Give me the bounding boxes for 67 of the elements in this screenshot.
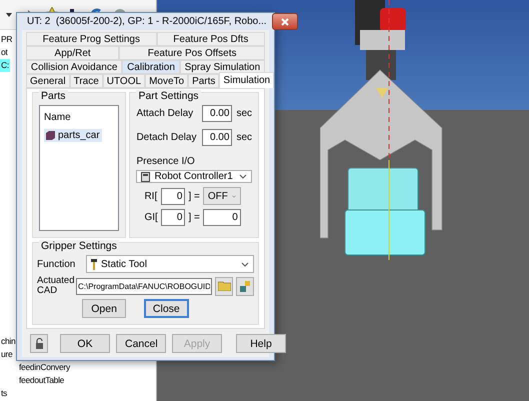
tree-item[interactable]: feedinConvery [18, 361, 71, 374]
tree-item[interactable]: feedoutTable [18, 374, 66, 387]
value-dropdown[interactable]: OFF [202, 187, 241, 205]
action-button[interactable]: Open [82, 299, 126, 318]
part-name: parts_car [58, 130, 100, 141]
tab[interactable]: App/Ret [26, 46, 120, 60]
action-button[interactable]: Close [144, 299, 189, 318]
chevron-down-icon [241, 262, 249, 266]
tree-item[interactable]: ts [0, 387, 8, 400]
close-button[interactable] [272, 13, 298, 30]
browse-button[interactable] [215, 276, 233, 296]
index-field[interactable]: 0 [161, 188, 186, 204]
dropdown-arrow-icon[interactable] [6, 12, 12, 16]
lock-icon [34, 338, 44, 349]
unit-label: sec [236, 132, 252, 143]
lock-button[interactable] [30, 334, 48, 353]
cube-icon [46, 131, 55, 140]
dialog-button[interactable]: Help [236, 334, 286, 353]
tab[interactable]: MoveTo [145, 74, 188, 88]
cad-label: Actuated CAD [37, 276, 73, 296]
tree-item[interactable]: chin [0, 335, 16, 348]
function-label: Function [37, 258, 76, 270]
tab[interactable]: Collision Avoidance [26, 60, 122, 74]
tab[interactable]: Simulation [219, 72, 274, 88]
group-title: Gripper Settings [39, 240, 119, 252]
delay-field[interactable]: 0.00 [202, 105, 232, 122]
tree-item[interactable]: C: [0, 59, 10, 72]
chevron-down-icon [239, 174, 247, 179]
tree-item[interactable]: ot [0, 46, 8, 59]
io-label: GI[ [144, 212, 158, 223]
tab[interactable]: Feature Prog Settings [26, 32, 157, 46]
io-label: RI[ [144, 190, 158, 202]
part-item[interactable]: parts_car [44, 129, 102, 142]
tree-item[interactable]: ure [0, 348, 14, 361]
presence-label: Presence I/O [136, 156, 196, 167]
dialog-button[interactable]: OK [60, 334, 110, 353]
robot-tool-button[interactable] [236, 276, 254, 296]
tab[interactable]: Trace [70, 74, 103, 88]
group-title: Part Settings [136, 90, 201, 102]
io-equals-label: ] = [188, 212, 200, 223]
tab[interactable]: General [26, 74, 70, 88]
group-title: Parts [39, 90, 68, 102]
tab[interactable]: Parts [188, 74, 220, 88]
tab[interactable]: UTOOL [102, 74, 146, 88]
folder-icon [218, 281, 230, 291]
chevron-down-icon [232, 194, 236, 198]
robot-icon [238, 280, 252, 292]
controller-icon [141, 172, 150, 182]
dialog-button[interactable]: Cancel [116, 334, 166, 353]
tab[interactable]: Calibration [122, 60, 180, 74]
io-equals-label: ] = [188, 190, 200, 202]
tree-item[interactable]: PR [0, 33, 14, 46]
delay-label: Attach Delay [136, 108, 194, 119]
delay-label: Detach Delay [136, 132, 198, 143]
function-dropdown[interactable]: Static Tool [86, 255, 254, 273]
column-header: Name [44, 112, 72, 123]
index-field[interactable]: 0 [161, 209, 186, 226]
tab[interactable]: Feature Pos Offsets [119, 46, 266, 60]
device-dropdown[interactable]: Robot Controller1 [136, 170, 252, 183]
close-icon [280, 18, 289, 26]
tab[interactable]: Spray Simulation [180, 60, 266, 74]
value-field[interactable]: 0 [202, 209, 241, 226]
window-title: UT: 2 (36005f-200-2), GP: 1 - R-2000iC/165F, Robo... [27, 16, 267, 27]
delay-field[interactable]: 0.00 [202, 129, 232, 146]
unit-label: sec [236, 108, 252, 119]
tab[interactable]: Feature Pos Dfts [156, 32, 265, 46]
pin-icon [91, 258, 97, 270]
